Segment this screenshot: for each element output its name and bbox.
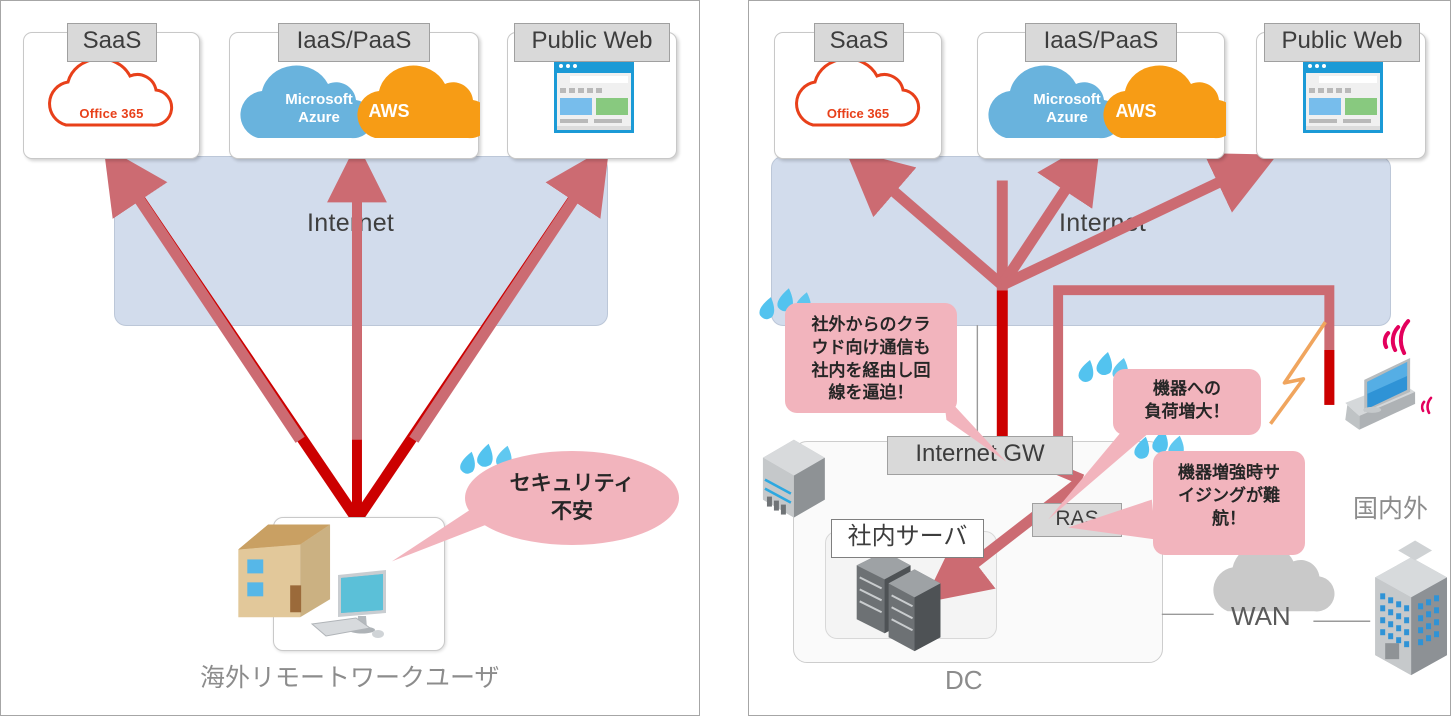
bubble-sizing-difficulty: 機器増強時サ イジングが難 航！ <box>1153 451 1305 555</box>
laptop-wireless-icon <box>1345 358 1416 430</box>
diagram-root: Internet Office 365 SaaS Microsoft Azure… <box>0 0 1451 716</box>
panel-current-remote-work: Internet Office 365 SaaS Microsoft Azure… <box>0 0 700 716</box>
internet-label-left: Internet <box>307 209 395 237</box>
office-building-icon <box>1375 540 1448 676</box>
bubble-line: 航！ <box>1212 508 1246 528</box>
home-office-box-left <box>273 517 445 651</box>
caption-remote-user-left: 海外リモートワークユーザ <box>200 664 500 692</box>
tag-internal-server: 社内サーバ <box>831 519 984 558</box>
bubble-security-concern: セキュリティ 不安 <box>465 451 679 545</box>
bubble-cloud-traffic: 社外からのクラ ウド向け通信も 社内を経由し回 線を逼迫！ <box>785 303 957 413</box>
bubble-line: 社内を経由し回 <box>811 360 931 380</box>
bubble-line-1: セキュリティ <box>509 471 635 495</box>
tag-internet-gw: Internet GW <box>887 436 1073 475</box>
bubble-line: 機器増強時サ <box>1178 463 1280 482</box>
wan-label: WAN <box>1231 601 1291 631</box>
bubble-line: 線を逼迫！ <box>828 383 914 403</box>
tag-saas-right: SaaS <box>814 23 904 62</box>
bubble-line: イジングが難 <box>1178 485 1280 505</box>
home-with-desktop-pc-icon <box>310 570 386 638</box>
internet-label-right: Internet <box>1059 209 1147 237</box>
bubble-line: 社外からのクラ <box>811 315 931 334</box>
bubble-line: 負荷増大！ <box>1144 401 1230 421</box>
panel-current-dc-backhaul: Internet Office 365 SaaS Microsoft Azure… <box>748 0 1451 716</box>
caption-dc: DC <box>945 665 983 695</box>
internet-zone-right <box>771 156 1391 326</box>
tag-public-web-right: Public Web <box>1264 23 1420 62</box>
caption-domestic-overseas: 国内外 <box>1353 495 1429 523</box>
tag-iaas-paas-right: IaaS/PaaS <box>1025 23 1177 62</box>
wifi-signal-icon <box>1382 319 1411 356</box>
tag-saas-left: SaaS <box>67 23 157 62</box>
bubble-line-2: 不安 <box>551 500 593 523</box>
tag-public-web-left: Public Web <box>514 23 670 62</box>
bubble-line: 機器への <box>1153 379 1221 398</box>
tag-ras: RAS <box>1032 503 1122 537</box>
wifi-signal-icon-small <box>1420 396 1433 415</box>
bubble-device-load: 機器への 負荷増大！ <box>1113 369 1261 435</box>
bubble-line: ウド向け通信も <box>811 337 931 357</box>
internet-zone-left <box>114 156 608 326</box>
tag-iaas-paas-left: IaaS/PaaS <box>278 23 430 62</box>
